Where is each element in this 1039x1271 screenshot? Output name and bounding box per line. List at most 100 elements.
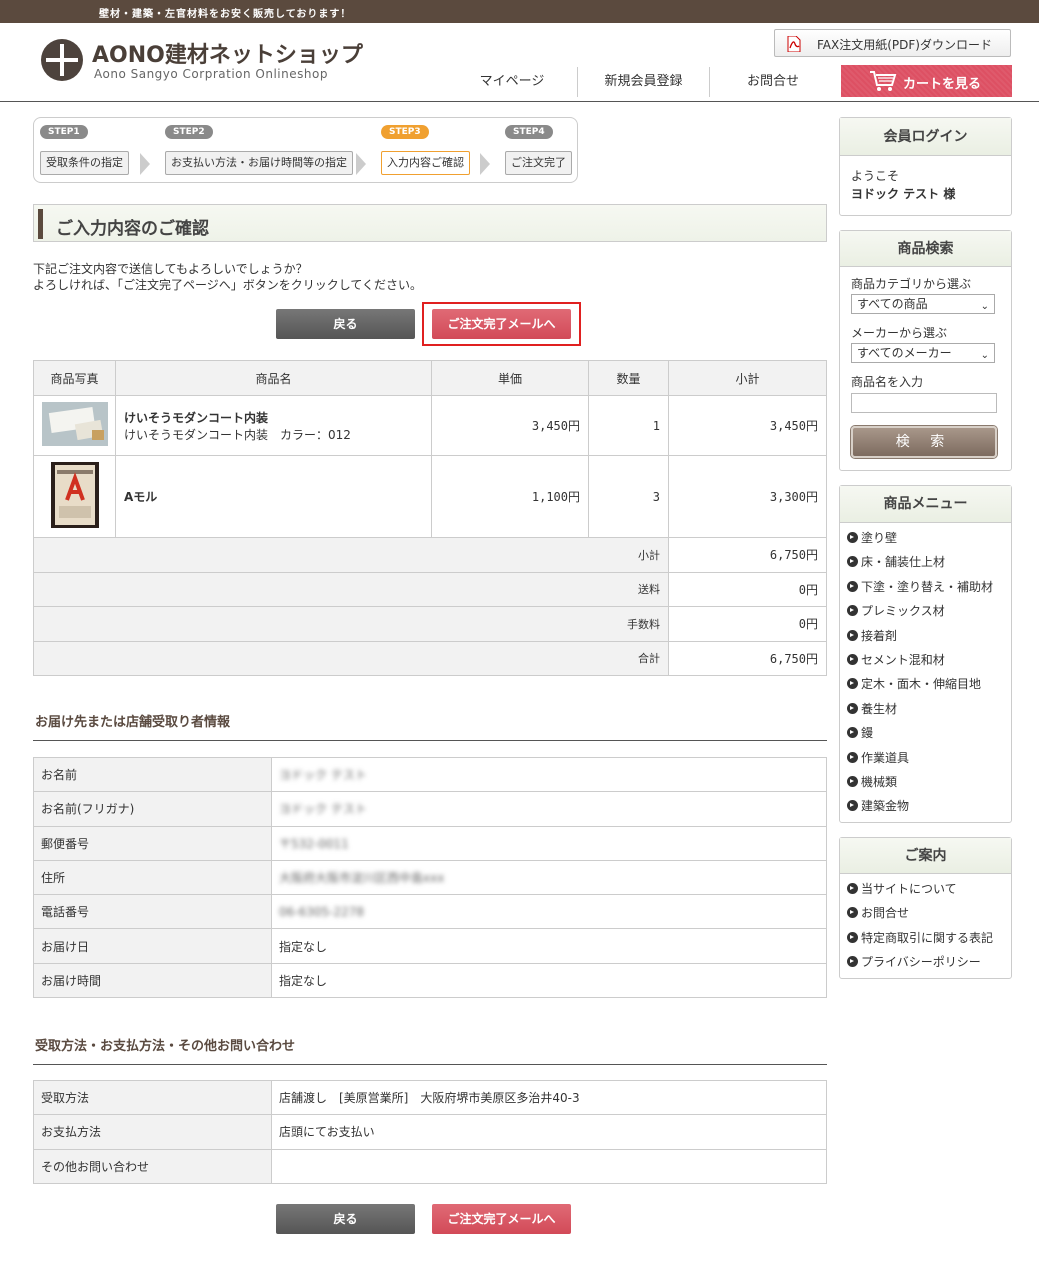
- delivery-value: 大阪府大阪市淀川区西中島xxx: [271, 859, 827, 896]
- delivery-key: お名前: [33, 756, 272, 793]
- menu-item[interactable]: プレミックス材: [847, 599, 1004, 623]
- cart-icon: [870, 71, 897, 91]
- payment-heading: 受取方法・お支払方法・その他お問い合わせ: [35, 1039, 296, 1054]
- payment-divider: [33, 1064, 827, 1065]
- arrow-circle-icon: [847, 883, 858, 894]
- arrow-circle-icon: [847, 629, 858, 641]
- search-button[interactable]: 検 索: [851, 426, 997, 458]
- nav-register[interactable]: 新規会員登録: [578, 67, 709, 97]
- intro-text: 下記ご注文内容で送信してもよろしいでしょうか？ よろしければ、「ご注文完了ページ…: [33, 261, 422, 293]
- guide-item[interactable]: お問合せ: [847, 901, 1004, 925]
- delivery-value: 06-6305-2278: [271, 894, 827, 930]
- fax-download-button[interactable]: FAX注文用紙(PDF)ダウンロード: [774, 29, 1011, 57]
- product-price: 3,450円: [431, 395, 589, 456]
- payment-table: 受取方法 店舗渡し [美原営業所] 大阪府堺市美原区多治井40-3 お支払方法 店頭…: [33, 1079, 827, 1184]
- product-name-input[interactable]: [851, 393, 997, 413]
- product-qty: 1: [588, 395, 669, 456]
- menu-item[interactable]: 床・舗装仕上材: [847, 550, 1004, 574]
- complete-order-button[interactable]: ご注文完了メールへ: [432, 309, 571, 339]
- menu-item[interactable]: 塗り壁: [847, 526, 1004, 550]
- col-subtotal: 小計: [668, 360, 827, 396]
- menu-item[interactable]: 下塗・塗り替え・補助材: [847, 575, 1004, 599]
- intro-line-2: よろしければ、「ご注文完了ページへ」ボタンをクリックしてください。: [33, 278, 423, 292]
- table-row: お支払方法 店頭にてお支払い: [33, 1114, 827, 1150]
- delivery-divider: [33, 740, 827, 741]
- step4-tag: STEP4: [505, 125, 553, 139]
- arrow-circle-icon: [847, 727, 858, 739]
- guide-item[interactable]: プライバシーポリシー: [847, 950, 1004, 974]
- arrow-circle-icon: [847, 956, 858, 968]
- product-detail: けいそうモダンコート内装 カラー：012: [124, 427, 351, 442]
- category-select[interactable]: すべての商品 ⌄: [851, 294, 995, 314]
- payment-value: [271, 1148, 827, 1184]
- back-button[interactable]: 戻る: [276, 309, 415, 339]
- product-name-label: 商品名を入力: [851, 375, 924, 389]
- delivery-value: ヨドック テスト: [271, 756, 827, 793]
- table-row: 電話番号 06-6305-2278: [33, 894, 827, 930]
- order-table: 商品写真 商品名 単価 数量 小計 けいそうモダンコート内装 けいそうモダンコー…: [33, 360, 827, 676]
- menu-item[interactable]: セメント混和材: [847, 648, 1004, 672]
- menu-item[interactable]: 機械類: [847, 770, 1004, 794]
- view-cart-label: カートを見る: [903, 77, 982, 92]
- category-select-value: すべての商品: [857, 297, 928, 311]
- product-subtotal: 3,300円: [668, 455, 827, 538]
- back-button-bottom[interactable]: 戻る: [276, 1204, 415, 1234]
- user-name: ヨドック テスト 様: [851, 187, 956, 201]
- step2-tag: STEP2: [165, 125, 213, 139]
- menu-item[interactable]: 定木・面木・伸縮目地: [847, 672, 1004, 696]
- table-row: 受取方法 店舗渡し [美原営業所] 大阪府堺市美原区多治井40-3: [33, 1079, 827, 1116]
- payment-value: 店頭にてお支払い: [271, 1114, 827, 1150]
- table-row: お届け時間 指定なし: [33, 962, 827, 999]
- summary-row: 送料 0円: [33, 571, 827, 607]
- summary-label: 小計: [33, 537, 669, 573]
- logo-icon[interactable]: [41, 39, 83, 81]
- maker-label: メーカーから選ぶ: [851, 326, 948, 340]
- step-arrow-icon: [356, 153, 366, 175]
- table-row: 郵便番号 〒532-0011: [33, 825, 827, 861]
- summary-value: 6,750円: [668, 640, 827, 676]
- product-name[interactable]: Aモル: [124, 488, 431, 505]
- view-cart-button[interactable]: カートを見る: [841, 65, 1012, 97]
- menu-item[interactable]: 作業道具: [847, 746, 1004, 770]
- logo-title[interactable]: AONO建材ネットショップ: [92, 37, 363, 69]
- checkout-steps: STEP1 受取条件の指定 STEP2 お支払い方法・お届け時間等の指定 STE…: [33, 117, 578, 183]
- page-title: ご入力内容のご確認: [56, 219, 209, 239]
- product-menu-list: 塗り壁 床・舗装仕上材 下塗・塗り替え・補助材 プレミックス材 接着剤 セメント…: [840, 523, 1011, 822]
- guide-item[interactable]: 特定商取引に関する表記: [847, 926, 1004, 950]
- step-arrow-icon: [140, 153, 150, 175]
- delivery-value: 〒532-0011: [271, 825, 827, 861]
- step-arrow-icon: [480, 153, 490, 175]
- product-name[interactable]: けいそうモダンコート内装: [124, 409, 431, 426]
- complete-order-button-bottom[interactable]: ご注文完了メールへ: [432, 1204, 571, 1234]
- menu-item[interactable]: 建築金物: [847, 794, 1004, 818]
- step3-label: 入力内容ご確認: [381, 151, 470, 175]
- step2-label: お支払い方法・お届け時間等の指定: [165, 151, 353, 175]
- delivery-value: 指定なし: [271, 962, 827, 999]
- arrow-circle-icon: [847, 907, 858, 919]
- nav-contact[interactable]: お問合せ: [710, 67, 836, 97]
- pdf-icon: [787, 36, 801, 52]
- guide-item[interactable]: 当サイトについて: [847, 877, 1004, 901]
- menu-item[interactable]: 鏝: [847, 721, 1004, 745]
- nav-mypage[interactable]: マイページ: [447, 67, 577, 97]
- delivery-key: お届け時間: [33, 962, 272, 999]
- product-photo-cell: [33, 395, 116, 456]
- table-row: お名前(フリガナ) ヨドック テスト: [33, 791, 827, 827]
- menu-item[interactable]: 接着剤: [847, 624, 1004, 648]
- summary-value: 6,750円: [668, 537, 827, 573]
- arrow-circle-icon: [847, 556, 858, 568]
- arrow-circle-icon: [847, 751, 858, 763]
- product-photo-1[interactable]: [41, 402, 108, 446]
- tagline: 壁材・建築・左官材料をお安く販売しております！: [99, 9, 352, 20]
- maker-select[interactable]: すべてのメーカー ⌄: [851, 343, 995, 363]
- product-photo-2[interactable]: [50, 462, 99, 528]
- payment-key: その他お問い合わせ: [33, 1148, 272, 1184]
- step4-label: ご注文完了: [505, 151, 572, 175]
- summary-label: 送料: [33, 571, 669, 607]
- product-search-box: 商品検索 商品カテゴリから選ぶ すべての商品 ⌄ メーカーから選ぶ すべてのメー…: [839, 230, 1012, 471]
- summary-row: 手数料 0円: [33, 606, 827, 642]
- product-menu-title: 商品メニュー: [840, 486, 1011, 523]
- product-qty: 3: [588, 455, 669, 538]
- intro-line-1: 下記ご注文内容で送信してもよろしいでしょうか？: [33, 262, 308, 276]
- menu-item[interactable]: 養生材: [847, 697, 1004, 721]
